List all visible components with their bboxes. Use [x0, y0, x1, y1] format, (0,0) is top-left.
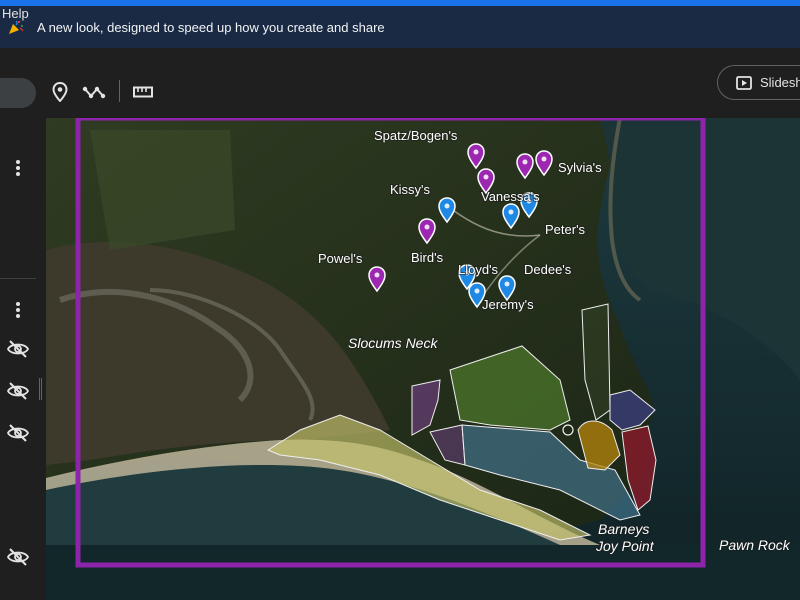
visibility-toggle[interactable] [6, 379, 30, 403]
place-label: Sylvia's [558, 160, 602, 175]
visibility-off-icon [7, 548, 29, 566]
measure-ruler-icon [133, 86, 153, 98]
visibility-off-icon [7, 424, 29, 442]
add-marker-icon [52, 82, 68, 102]
place-label: Lloyd's [458, 262, 499, 277]
layer-options-button[interactable] [6, 156, 30, 180]
slideshow-label: Slideshow [760, 75, 800, 90]
place-label: Peter's [545, 222, 586, 237]
announcement-banner: A new look, designed to speed up how you… [0, 6, 800, 48]
place-label: Powel's [318, 251, 363, 266]
slideshow-icon [736, 75, 752, 90]
more-vert-icon [16, 160, 20, 176]
visibility-toggle[interactable] [6, 337, 30, 361]
measure-button[interactable] [131, 80, 155, 104]
place-label: Joy Point [595, 538, 655, 554]
visibility-off-icon [7, 382, 29, 400]
map-canvas[interactable]: Spatz/Bogen's Sylvia's Kissy's Vanessa's… [46, 118, 800, 600]
panel-resize-handle[interactable] [39, 378, 42, 400]
place-label: Spatz/Bogen's [374, 128, 458, 143]
draw-line-button[interactable] [82, 80, 106, 104]
layer-options-button[interactable] [6, 298, 30, 322]
add-marker-button[interactable] [48, 80, 72, 104]
slideshow-button[interactable]: Slideshow [717, 65, 800, 100]
toolbar-separator [119, 80, 120, 102]
place-label: Dedee's [524, 262, 572, 277]
visibility-off-icon [7, 340, 29, 358]
sea-bottom [46, 545, 800, 600]
banner-text: A new look, designed to speed up how you… [37, 19, 385, 35]
place-label: Barneys [598, 521, 649, 537]
visibility-toggle[interactable] [6, 545, 30, 569]
toolbar [0, 48, 800, 118]
menu-help[interactable]: Help [2, 6, 29, 21]
visibility-toggle[interactable] [6, 421, 30, 445]
place-label: Pawn Rock [719, 537, 791, 553]
area-label: Slocums Neck [348, 335, 438, 351]
more-vert-icon [16, 302, 20, 318]
draw-line-icon [82, 86, 106, 99]
search-box[interactable] [0, 78, 36, 108]
panel-divider [0, 278, 36, 279]
place-label: Vanessa's [481, 189, 540, 204]
satellite-map[interactable]: Spatz/Bogen's Sylvia's Kissy's Vanessa's… [46, 118, 800, 600]
party-popper-icon [9, 20, 24, 34]
place-label: Bird's [411, 250, 444, 265]
place-label: Kissy's [390, 182, 431, 197]
field [90, 130, 235, 250]
place-label: Jeremy's [482, 297, 534, 312]
